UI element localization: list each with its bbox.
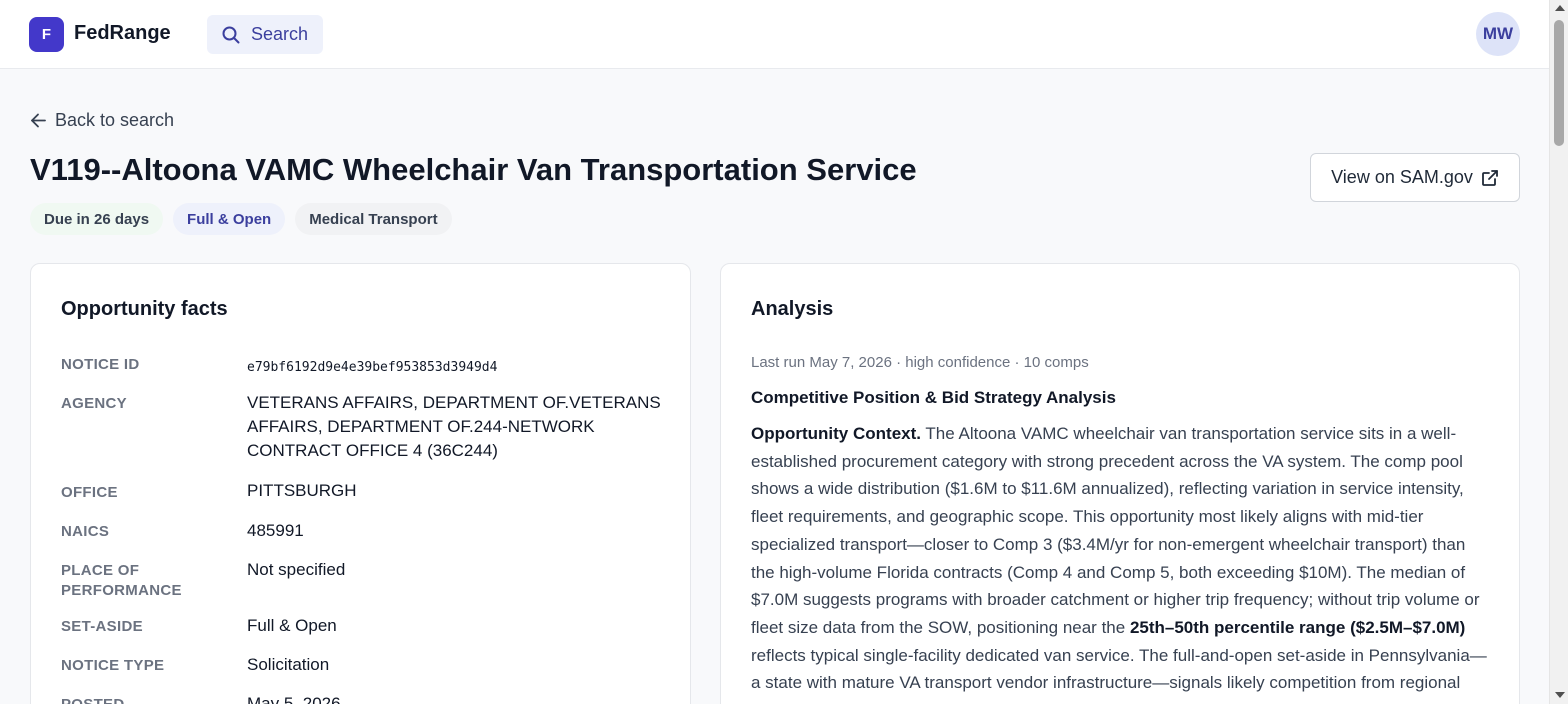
search-button[interactable]: Search (207, 15, 323, 54)
analysis-body: Opportunity Context. The Altoona VAMC wh… (751, 420, 1491, 704)
set-aside-badge: Full & Open (173, 203, 286, 235)
analysis-body-part-1: The Altoona VAMC wheelchair van transpor… (751, 424, 1480, 637)
analysis-card-title: Analysis (751, 298, 834, 320)
fact-value-set-aside: Full & Open (247, 616, 337, 635)
external-link-icon (1481, 169, 1498, 186)
search-label: Search (251, 24, 309, 44)
fact-value-posted: May 5, 2026 (247, 694, 341, 704)
fact-label-notice-id: Notice ID (61, 356, 140, 373)
opportunity-facts-card: Opportunity facts Notice ID e79bf6192d9e… (30, 263, 691, 704)
fact-label-place-of-performance: Place of performance (61, 562, 182, 599)
analysis-heading: Competitive Position & Bid Strategy Anal… (751, 388, 1116, 407)
scroll-up-arrow-icon[interactable] (1555, 5, 1565, 11)
fact-value-agency: VETERANS AFFAIRS, DEPARTMENT OF.VETERANS… (247, 393, 661, 460)
fact-value-office: PITTSBURGH (247, 481, 357, 500)
category-badge: Medical Transport (295, 203, 452, 235)
brand-name[interactable]: FedRange (74, 22, 171, 45)
scroll-thumb[interactable] (1554, 20, 1564, 146)
fact-label-naics: NAICS (61, 523, 110, 540)
analysis-emphasis: 25th–50th percentile range ($2.5M–$7.0M) (1129, 617, 1466, 637)
back-to-search-link[interactable]: Back to search (30, 110, 174, 131)
analysis-body-part-2: reflects typical single-facility dedicat… (751, 645, 1487, 704)
page-title: V119--Altoona VAMC Wheelchair Van Transp… (30, 152, 917, 187)
fact-label-office: Office (61, 484, 118, 501)
facts-card-title: Opportunity facts (61, 298, 228, 320)
fact-label-agency: Agency (61, 395, 127, 412)
arrow-left-icon (31, 113, 46, 128)
fact-value-notice-id: e79bf6192d9e4e39bef953853d3949d4 (247, 360, 498, 375)
app-logo[interactable]: F (29, 17, 64, 52)
fact-label-set-aside: Set-aside (61, 618, 143, 635)
page-scrollbar[interactable] (1549, 0, 1568, 704)
fact-value-naics: 485991 (247, 521, 304, 540)
analysis-lead: Opportunity Context. (751, 424, 921, 443)
fact-label-notice-type: Notice type (61, 657, 165, 674)
back-label: Back to search (55, 110, 175, 130)
analysis-run-meta: Last run May 7, 2026 · high confidence ·… (751, 354, 1089, 371)
fact-value-notice-type: Solicitation (247, 655, 330, 674)
scroll-down-arrow-icon[interactable] (1555, 692, 1565, 698)
fact-value-place-of-performance: Not specified (247, 560, 346, 579)
due-date-badge: Due in 26 days (30, 203, 164, 235)
view-on-sam-label: View on SAM.gov (1331, 167, 1473, 187)
user-avatar[interactable]: MW (1476, 12, 1520, 56)
analysis-card: Analysis Last run May 7, 2026 · high con… (720, 263, 1520, 704)
view-on-sam-button[interactable]: View on SAM.gov (1310, 153, 1520, 202)
fact-label-posted: Posted (61, 695, 221, 704)
opportunity-tags: Due in 26 days Full & Open Medical Trans… (30, 203, 452, 235)
top-nav-bar: F FedRange Search MW (0, 0, 1549, 69)
search-icon (222, 26, 240, 43)
